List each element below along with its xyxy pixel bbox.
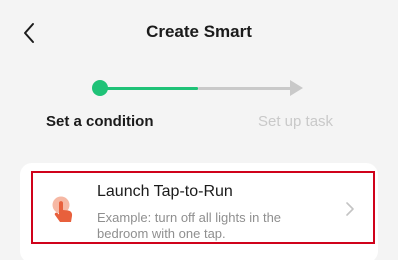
launch-tap-to-run-option[interactable]: Launch Tap-to-Run Example: turn off all … bbox=[31, 171, 375, 244]
option-title: Launch Tap-to-Run bbox=[97, 183, 233, 200]
stepper-progress-line bbox=[106, 87, 198, 90]
page-title: Create Smart bbox=[146, 22, 252, 41]
chevron-right-icon bbox=[346, 202, 354, 216]
step-label-task: Set up task bbox=[258, 113, 334, 130]
stepper-current-dot bbox=[92, 80, 108, 96]
tap-finger-icon bbox=[52, 196, 73, 222]
step-label-condition: Set a condition bbox=[46, 113, 154, 130]
stepper-remaining-line bbox=[198, 87, 292, 90]
option-description: Example: turn off all lights in the bedr… bbox=[97, 210, 282, 241]
create-smart-screen: Create Smart Set a condition Set up task… bbox=[0, 0, 398, 260]
stepper-arrow-icon bbox=[290, 80, 303, 96]
stepper bbox=[92, 78, 304, 98]
